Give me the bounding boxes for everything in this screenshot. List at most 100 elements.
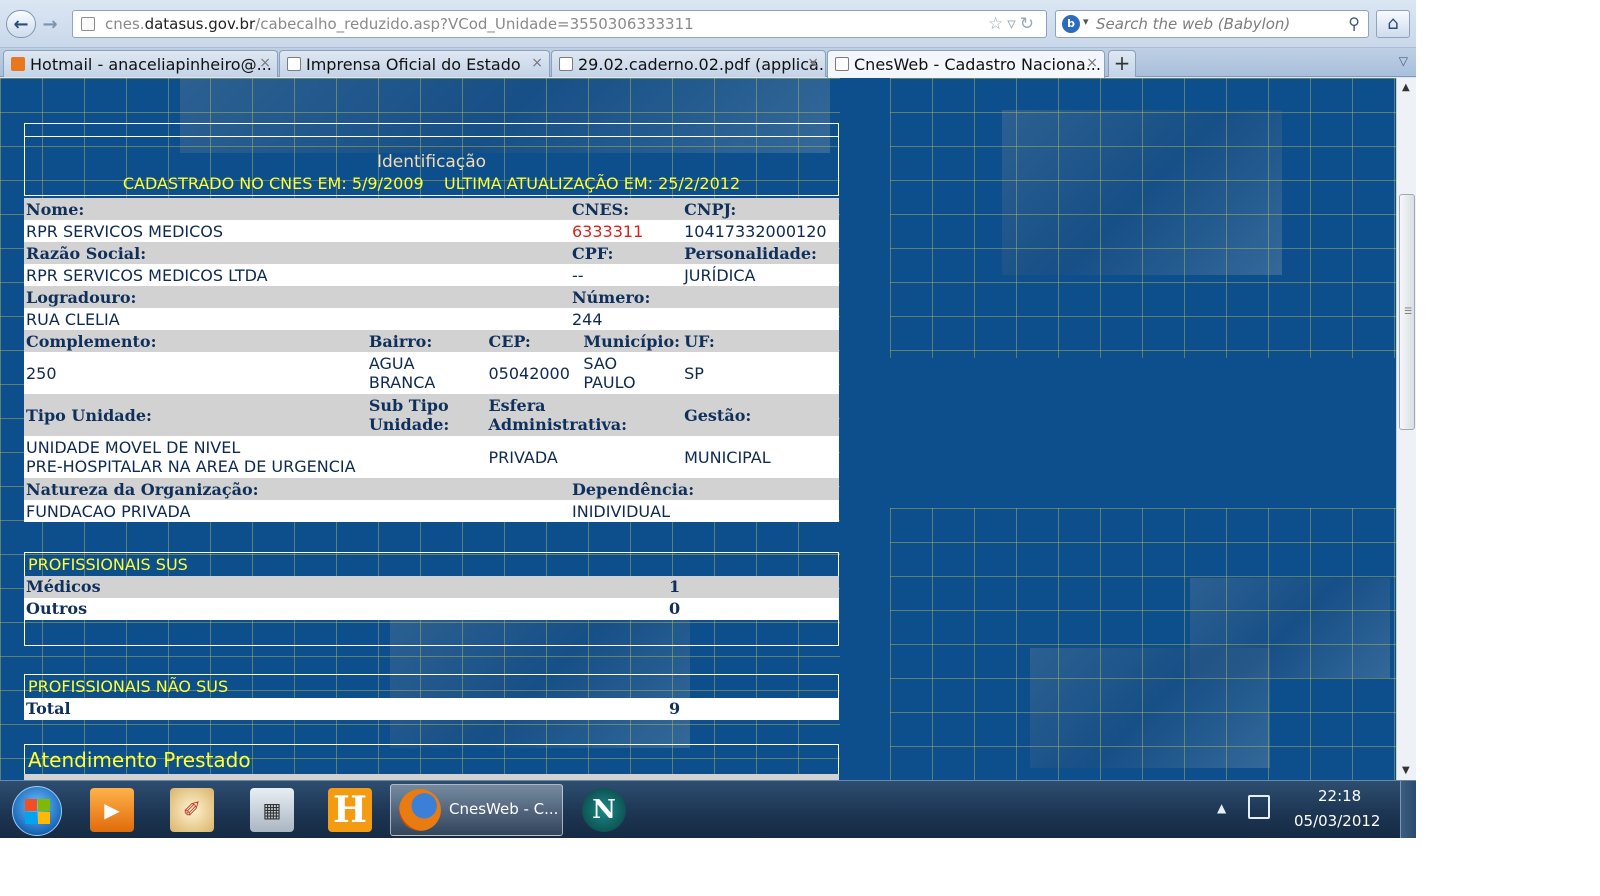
bairro-value: AGUA BRANCA <box>366 352 487 394</box>
nome-value: RPR SERVICOS MEDICOS <box>26 221 224 241</box>
dependencia-label: Dependência: <box>572 479 695 499</box>
table-row: UNIDADE MOVEL DE NIVEL PRE-HOSPITALAR NA … <box>24 436 839 478</box>
netscape-icon[interactable]: N <box>582 788 626 832</box>
atualizacao-date: ULTIMA ATUALIZAÇÃO EM: 25/2/2012 <box>444 174 741 193</box>
arrow-left-icon: ← <box>13 13 29 35</box>
forward-button[interactable]: → <box>36 10 64 38</box>
page-icon <box>559 57 573 71</box>
page-icon <box>287 57 301 71</box>
table-row: 250 AGUA BRANCA 05042000 SAO PAULO SP <box>24 352 839 394</box>
municipio-label: Município: <box>581 330 683 352</box>
table-row: Nome: CNES: CNPJ: <box>24 198 839 220</box>
back-button[interactable]: ← <box>6 10 36 38</box>
table-row: RUA CLELIA 244 <box>24 308 839 330</box>
municipio-value: SAO PAULO <box>581 352 683 394</box>
tab-label: Imprensa Oficial do Estado <box>306 55 521 74</box>
numero-label: Número: <box>572 287 651 307</box>
bairro-label: Bairro: <box>366 330 487 352</box>
gestao-label: Gestão: <box>682 394 839 436</box>
reload-icon[interactable]: ↻ <box>1020 14 1038 34</box>
natureza-value: FUNDACAO PRIVADA <box>26 501 191 521</box>
identificacao-table: Nome: CNES: CNPJ: RPR SERVICOS MEDICOS 633… <box>24 198 839 522</box>
dependencia-value: INIDIVIDUAL <box>572 501 670 521</box>
close-icon[interactable]: × <box>1086 55 1098 71</box>
cep-label: CEP: <box>486 330 582 352</box>
new-tab-button[interactable]: + <box>1108 50 1136 77</box>
personalidade-value: JURÍDICA <box>682 264 839 286</box>
home-icon: ⌂ <box>1387 13 1399 34</box>
tab-list-chevron-icon[interactable]: ▽ <box>1399 54 1408 68</box>
total-value: 9 <box>669 699 681 718</box>
esfera-value: PRIVADA <box>486 436 683 478</box>
razao-social-value: RPR SERVICOS MEDICOS LTDA <box>26 265 268 285</box>
cnes-value: 6333311 <box>572 221 644 241</box>
search-engine-icon[interactable]: b <box>1062 15 1080 33</box>
table-row: Tipo Unidade: Sub Tipo Unidade: Esfera Adm… <box>24 394 839 436</box>
clock-date[interactable]: 05/03/2012 <box>1294 812 1380 830</box>
table-row: FUNDACAO PRIVADA INIDIVIDUAL <box>24 500 839 522</box>
tab-imprensa-oficial[interactable]: Imprensa Oficial do Estado × <box>279 50 550 77</box>
screen: ← → cnes.datasus.gov.br/cabecalho_reduzi… <box>0 0 1416 838</box>
history-dropdown-icon[interactable]: ▿ <box>1007 14 1020 34</box>
search-input[interactable]: Search the web (Babylon) <box>1096 15 1290 33</box>
uf-value: SP <box>682 352 839 394</box>
scroll-down-icon[interactable]: ▼ <box>1402 765 1410 776</box>
cadastrado-date: CADASTRADO NO CNES EM: 5/9/2009 <box>122 174 424 193</box>
background-grid <box>890 78 1396 358</box>
cnes-label: CNES: <box>572 199 630 219</box>
taskbar-button-label: CnesWeb - C... <box>449 800 559 818</box>
tab-pdf-caderno[interactable]: 29.02.caderno.02.pdf (applica... × <box>551 50 826 77</box>
search-engine-dropdown-icon[interactable]: ▾ <box>1083 15 1089 28</box>
show-desktop-button[interactable] <box>1400 781 1416 838</box>
address-bar[interactable]: cnes.datasus.gov.br/cabecalho_reduzido.a… <box>72 10 1047 38</box>
logradouro-label: Logradouro: <box>26 287 137 307</box>
arrow-right-icon: → <box>42 13 58 35</box>
url-text[interactable]: cnes.datasus.gov.br/cabecalho_reduzido.a… <box>105 15 694 33</box>
natureza-label: Natureza da Organização: <box>26 479 259 499</box>
tab-hotmail[interactable]: Hotmail - anaceliapinheiro@... × <box>3 50 278 77</box>
cnpj-value: 10417332000120 <box>682 220 839 242</box>
h-app-icon[interactable]: H <box>328 788 372 832</box>
table-row: Médicos 1 <box>24 576 839 598</box>
scrollbar-thumb[interactable]: ☰ <box>1399 194 1415 430</box>
table-row: Natureza da Organização: Dependência: <box>24 478 839 500</box>
close-icon[interactable]: × <box>259 55 271 71</box>
personalidade-label: Personalidade: <box>682 242 839 264</box>
table-row: Complemento: Bairro: CEP: Município: UF: <box>24 330 839 352</box>
section-title: PROFISSIONAIS SUS <box>28 555 188 574</box>
calculator-icon[interactable]: ▦ <box>250 788 294 832</box>
taskbar: ▶ ✐ ▦ H CnesWeb - C... N ▲ 22:18 05/03/2… <box>0 780 1416 838</box>
cep-value: 05042000 <box>486 352 582 394</box>
show-hidden-icons-icon[interactable]: ▲ <box>1217 801 1226 815</box>
scroll-up-icon[interactable]: ▲ <box>1402 82 1410 93</box>
complemento-label: Complemento: <box>24 330 367 352</box>
network-icon[interactable] <box>1248 795 1270 819</box>
outros-label: Outros <box>26 599 88 618</box>
home-button[interactable]: ⌂ <box>1376 10 1410 38</box>
paint-icon[interactable]: ✐ <box>170 788 214 832</box>
url-actions: ☆▿↻ <box>988 14 1038 34</box>
bookmark-star-icon[interactable]: ☆ <box>988 14 1007 34</box>
page-icon <box>835 57 849 71</box>
total-label: Total <box>26 699 71 718</box>
gestao-value: MUNICIPAL <box>682 436 839 478</box>
background-grid <box>890 508 1396 780</box>
clock-time[interactable]: 22:18 <box>1318 787 1361 805</box>
site-identity-icon[interactable] <box>81 17 95 31</box>
esfera-administrativa-label: Esfera Administrativa: <box>486 394 683 436</box>
search-icon[interactable]: ⚲ <box>1348 14 1360 33</box>
identificacao-header: Identificação CADASTRADO NO CNES EM: 5/9… <box>24 123 839 196</box>
mail-icon <box>11 57 25 71</box>
tab-cnesweb[interactable]: CnesWeb - Cadastro Naciona... × <box>827 50 1105 78</box>
complemento-value: 250 <box>24 352 367 394</box>
close-icon[interactable]: × <box>807 55 819 71</box>
tab-label: 29.02.caderno.02.pdf (applica... <box>578 55 826 74</box>
close-icon[interactable]: × <box>531 55 543 71</box>
start-button[interactable] <box>12 786 62 836</box>
firefox-taskbar-button[interactable]: CnesWeb - C... <box>390 784 563 836</box>
search-bar[interactable]: b ▾ Search the web (Babylon) ⚲ <box>1055 10 1369 38</box>
tab-strip: Hotmail - anaceliapinheiro@... × Imprens… <box>0 48 1416 78</box>
media-player-icon[interactable]: ▶ <box>90 788 134 832</box>
sub-tipo-unidade-label: Sub Tipo Unidade: <box>366 394 487 436</box>
vertical-scrollbar[interactable]: ▲ ☰ ▼ <box>1396 78 1416 780</box>
